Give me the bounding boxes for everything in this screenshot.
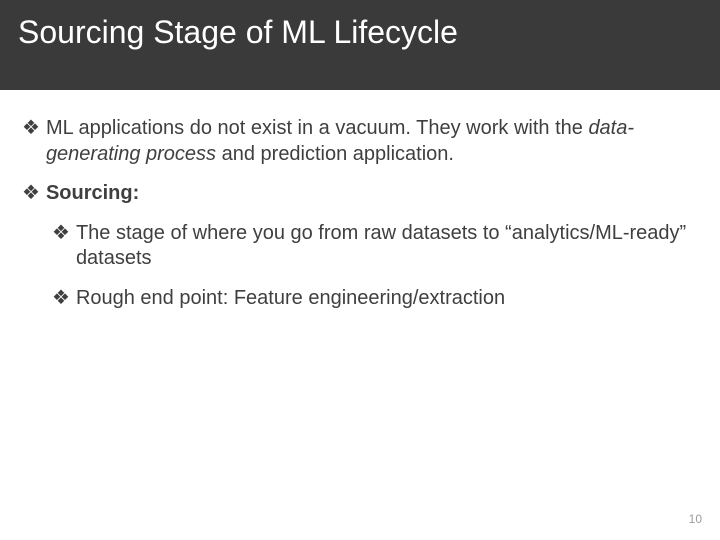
bullet-item: ❖ Sourcing:: [22, 181, 698, 207]
bullet-text: Rough end point: Feature engineering/ext…: [76, 286, 698, 312]
text-fragment: and prediction application.: [216, 143, 454, 165]
diamond-bullet-icon: ❖: [22, 181, 40, 207]
slide-title: Sourcing Stage of ML Lifecycle: [18, 14, 720, 51]
text-fragment: ML applications do not exist in a vacuum…: [46, 117, 589, 139]
diamond-bullet-icon: ❖: [22, 116, 40, 167]
bullet-text: ML applications do not exist in a vacuum…: [46, 116, 698, 167]
slide-content: ❖ ML applications do not exist in a vacu…: [0, 90, 720, 312]
bullet-item-nested: ❖ The stage of where you go from raw dat…: [52, 221, 698, 272]
diamond-bullet-icon: ❖: [52, 286, 70, 312]
bullet-item-nested: ❖ Rough end point: Feature engineering/e…: [52, 286, 698, 312]
diamond-bullet-icon: ❖: [52, 221, 70, 272]
bullet-text-bold: Sourcing:: [46, 181, 698, 207]
page-number: 10: [689, 512, 702, 526]
bullet-item: ❖ ML applications do not exist in a vacu…: [22, 116, 698, 167]
title-bar: Sourcing Stage of ML Lifecycle: [0, 0, 720, 90]
bullet-text: The stage of where you go from raw datas…: [76, 221, 698, 272]
